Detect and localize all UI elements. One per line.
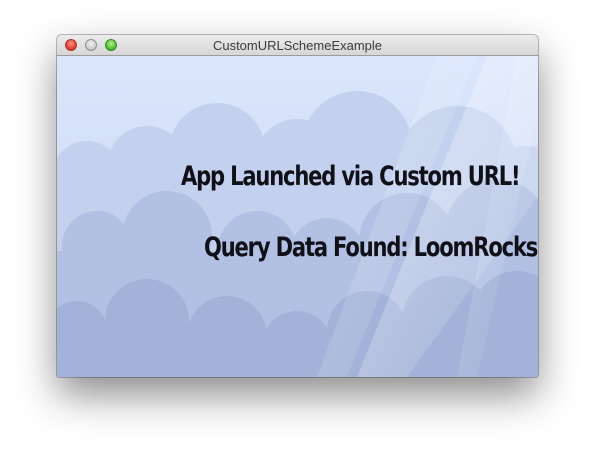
app-content: App Launched via Custom URL! Query Data … [57, 56, 538, 377]
sky-background [57, 56, 538, 377]
desktop: CustomURLSchemeExample App Launched via … [0, 0, 594, 456]
app-window: CustomURLSchemeExample App Launched via … [57, 35, 538, 377]
launch-message: App Launched via Custom URL! [181, 161, 521, 192]
title-bar[interactable]: CustomURLSchemeExample [57, 35, 538, 56]
window-title: CustomURLSchemeExample [212, 38, 383, 53]
query-data-message: Query Data Found: LoomRocks [204, 232, 538, 263]
